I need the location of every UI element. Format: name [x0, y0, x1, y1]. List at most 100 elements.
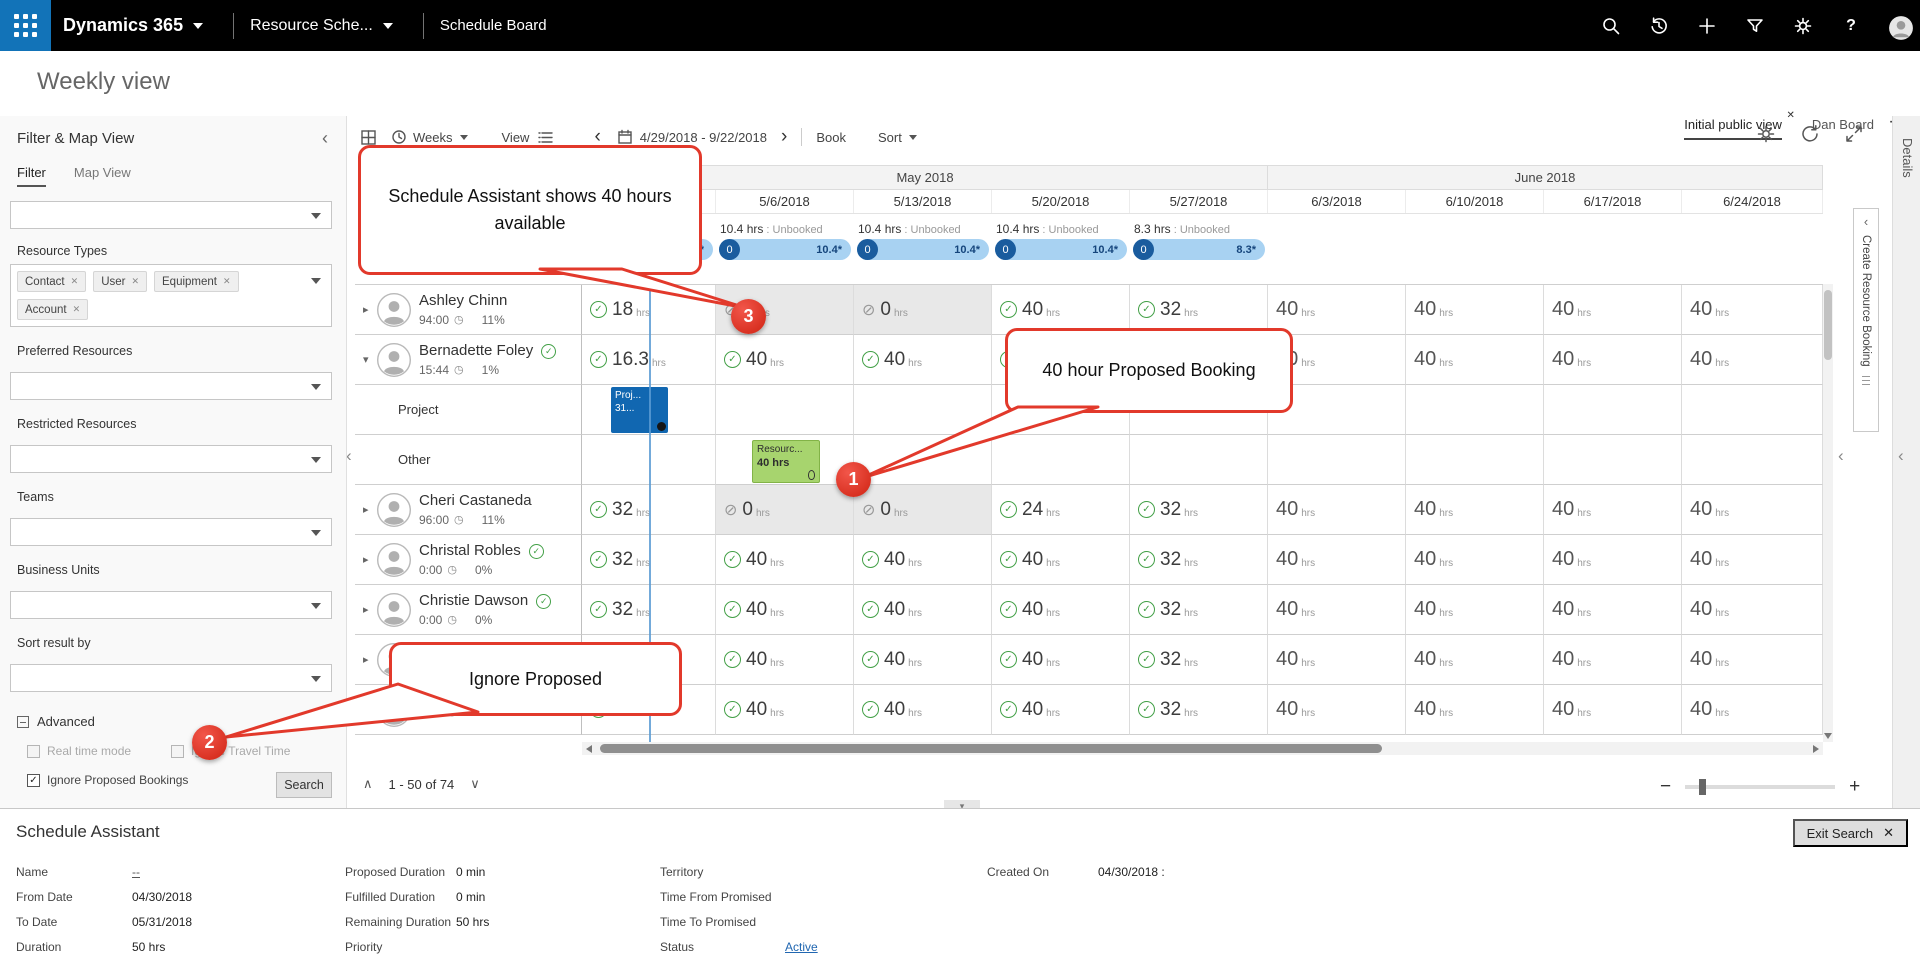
- schedule-cell[interactable]: 40hrs: [1268, 685, 1406, 735]
- resource-type-chip[interactable]: Account✕: [17, 299, 88, 320]
- zoom-slider-thumb[interactable]: [1699, 779, 1706, 795]
- checkbox-ignore-proposed-bookings[interactable]: ✓Ignore Proposed Bookings: [27, 773, 188, 787]
- zoom-in-button[interactable]: +: [1849, 776, 1860, 798]
- refresh-icon[interactable]: [1800, 124, 1822, 146]
- board-icon[interactable]: [360, 129, 377, 146]
- schedule-cell[interactable]: 40hrs: [1682, 685, 1823, 735]
- filter-combo-top[interactable]: [10, 201, 332, 229]
- resource-type-chip[interactable]: Equipment✕: [154, 271, 239, 292]
- date-header[interactable]: 6/24/2018: [1682, 190, 1823, 213]
- resource-name-cell[interactable]: ▾Bernadette Foley✓15:44◷1%: [355, 335, 582, 385]
- booking-block[interactable]: Proj...31...: [611, 387, 668, 433]
- schedule-cell[interactable]: ✓40hrs: [992, 585, 1130, 635]
- tab-map-view[interactable]: Map View: [74, 165, 131, 187]
- schedule-cell[interactable]: 40hrs: [1682, 535, 1823, 585]
- user-avatar[interactable]: [1888, 15, 1910, 37]
- schedule-cell[interactable]: [854, 435, 992, 485]
- scroll-right-arrow[interactable]: [1813, 745, 1819, 753]
- next-range-button[interactable]: ›: [781, 126, 787, 148]
- remove-chip-icon[interactable]: ✕: [131, 276, 139, 287]
- filter-icon[interactable]: [1744, 15, 1766, 37]
- schedule-cell[interactable]: [1130, 435, 1268, 485]
- history-icon[interactable]: [1648, 15, 1670, 37]
- schedule-cell[interactable]: ✓40hrs: [716, 335, 854, 385]
- details-collapsed-panel[interactable]: Details: [1892, 116, 1920, 808]
- resource-name-cell[interactable]: Other: [355, 435, 582, 485]
- schedule-cell[interactable]: 40hrs: [1406, 485, 1544, 535]
- schedule-cell[interactable]: 40hrs: [1544, 335, 1682, 385]
- date-header[interactable]: 5/27/2018: [1130, 190, 1268, 213]
- schedule-cell[interactable]: 40hrs: [1406, 535, 1544, 585]
- date-header[interactable]: 5/6/2018: [716, 190, 854, 213]
- search-icon[interactable]: [1600, 15, 1622, 37]
- resource-type-chip[interactable]: Contact✕: [17, 271, 86, 292]
- checkbox-box[interactable]: ✓: [27, 774, 40, 787]
- schedule-cell[interactable]: 40hrs: [1268, 585, 1406, 635]
- exit-search-button[interactable]: Exit Search ✕: [1793, 819, 1908, 847]
- schedule-cell[interactable]: ✓32hrs: [1130, 535, 1268, 585]
- schedule-cell[interactable]: [1682, 385, 1823, 435]
- schedule-cell[interactable]: 40hrs: [1682, 335, 1823, 385]
- schedule-cell[interactable]: 40hrs: [1268, 485, 1406, 535]
- collapse-panel-icon[interactable]: ‹: [322, 128, 328, 149]
- capacity-bar[interactable]: 010.4*: [995, 239, 1127, 260]
- expand-details-panel-icon[interactable]: ‹: [1898, 446, 1904, 466]
- resource-name-cell[interactable]: ▸Christal Robles✓0:00◷0%: [355, 535, 582, 585]
- field-value[interactable]: Active: [785, 940, 818, 954]
- expand-caret-icon[interactable]: ▸: [363, 703, 375, 716]
- schedule-cell[interactable]: 40hrs: [1406, 685, 1544, 735]
- scale-select[interactable]: Weeks: [413, 130, 453, 145]
- schedule-cell[interactable]: [992, 435, 1130, 485]
- remove-chip-icon[interactable]: ✕: [73, 304, 81, 315]
- schedule-cell[interactable]: ✓40hrs: [854, 635, 992, 685]
- chevron-down-icon[interactable]: [383, 23, 393, 29]
- scroll-down-arrow[interactable]: [1824, 733, 1832, 739]
- schedule-cell[interactable]: [1268, 435, 1406, 485]
- page-up-icon[interactable]: ∧: [363, 776, 373, 792]
- module-title[interactable]: Resource Sche...: [250, 17, 373, 35]
- close-icon[interactable]: ✕: [1786, 110, 1794, 121]
- schedule-cell[interactable]: 40hrs: [1406, 635, 1544, 685]
- schedule-cell[interactable]: [716, 385, 854, 435]
- schedule-cell[interactable]: [1682, 435, 1823, 485]
- schedule-cell[interactable]: ✓32hrs: [1130, 685, 1268, 735]
- scroll-left-arrow[interactable]: [586, 745, 592, 753]
- schedule-cell[interactable]: 40hrs: [1544, 285, 1682, 335]
- create-resource-booking-tab[interactable]: ‹ Create Resource Booking: [1853, 208, 1879, 432]
- tab-filter[interactable]: Filter: [17, 165, 46, 187]
- schedule-cell[interactable]: ⊘0hrs: [854, 485, 992, 535]
- date-header[interactable]: 5/20/2018: [992, 190, 1130, 213]
- restricted-resources-combo[interactable]: [10, 445, 332, 473]
- schedule-cell[interactable]: 40hrs: [1268, 285, 1406, 335]
- schedule-cell[interactable]: [1544, 435, 1682, 485]
- schedule-cell[interactable]: [1544, 385, 1682, 435]
- schedule-cell[interactable]: 40hrs: [1682, 485, 1823, 535]
- expand-caret-icon[interactable]: ▸: [363, 303, 375, 316]
- horizontal-scrollbar[interactable]: [582, 742, 1823, 755]
- list-view-icon[interactable]: [537, 130, 554, 145]
- schedule-cell[interactable]: ✓40hrs: [854, 685, 992, 735]
- book-button[interactable]: Book: [816, 130, 846, 145]
- schedule-cell[interactable]: ⊘0hrs: [716, 485, 854, 535]
- resource-name-cell[interactable]: ▸Christie Dawson✓0:00◷0%: [355, 585, 582, 635]
- resource-types-multiselect[interactable]: Contact✕User✕Equipment✕Account✕: [10, 264, 332, 327]
- waffle-menu-icon[interactable]: [0, 0, 51, 51]
- chevron-down-icon[interactable]: [193, 23, 203, 29]
- schedule-cell[interactable]: ✓40hrs: [854, 335, 992, 385]
- gear-icon[interactable]: [1792, 15, 1814, 37]
- schedule-cell[interactable]: ✓40hrs: [992, 535, 1130, 585]
- schedule-cell[interactable]: 40hrs: [1406, 285, 1544, 335]
- schedule-cell[interactable]: ✓40hrs: [716, 635, 854, 685]
- schedule-cell[interactable]: ✓40hrs: [854, 585, 992, 635]
- date-header[interactable]: 6/17/2018: [1544, 190, 1682, 213]
- schedule-cell[interactable]: ✓40hrs: [716, 585, 854, 635]
- resource-name-cell[interactable]: ▸Ashley Chinn94:00◷11%: [355, 285, 582, 335]
- schedule-cell[interactable]: 40hrs: [1268, 635, 1406, 685]
- resource-name-cell[interactable]: ▸Cheri Castaneda96:00◷11%: [355, 485, 582, 535]
- schedule-cell[interactable]: 40hrs: [1544, 485, 1682, 535]
- app-title[interactable]: Dynamics 365: [63, 15, 183, 36]
- vertical-scrollbar[interactable]: [1823, 284, 1833, 742]
- horizontal-scrollbar-thumb[interactable]: [600, 744, 1382, 753]
- zoom-slider-track[interactable]: [1685, 785, 1835, 789]
- schedule-cell[interactable]: ✓32hrs: [1130, 485, 1268, 535]
